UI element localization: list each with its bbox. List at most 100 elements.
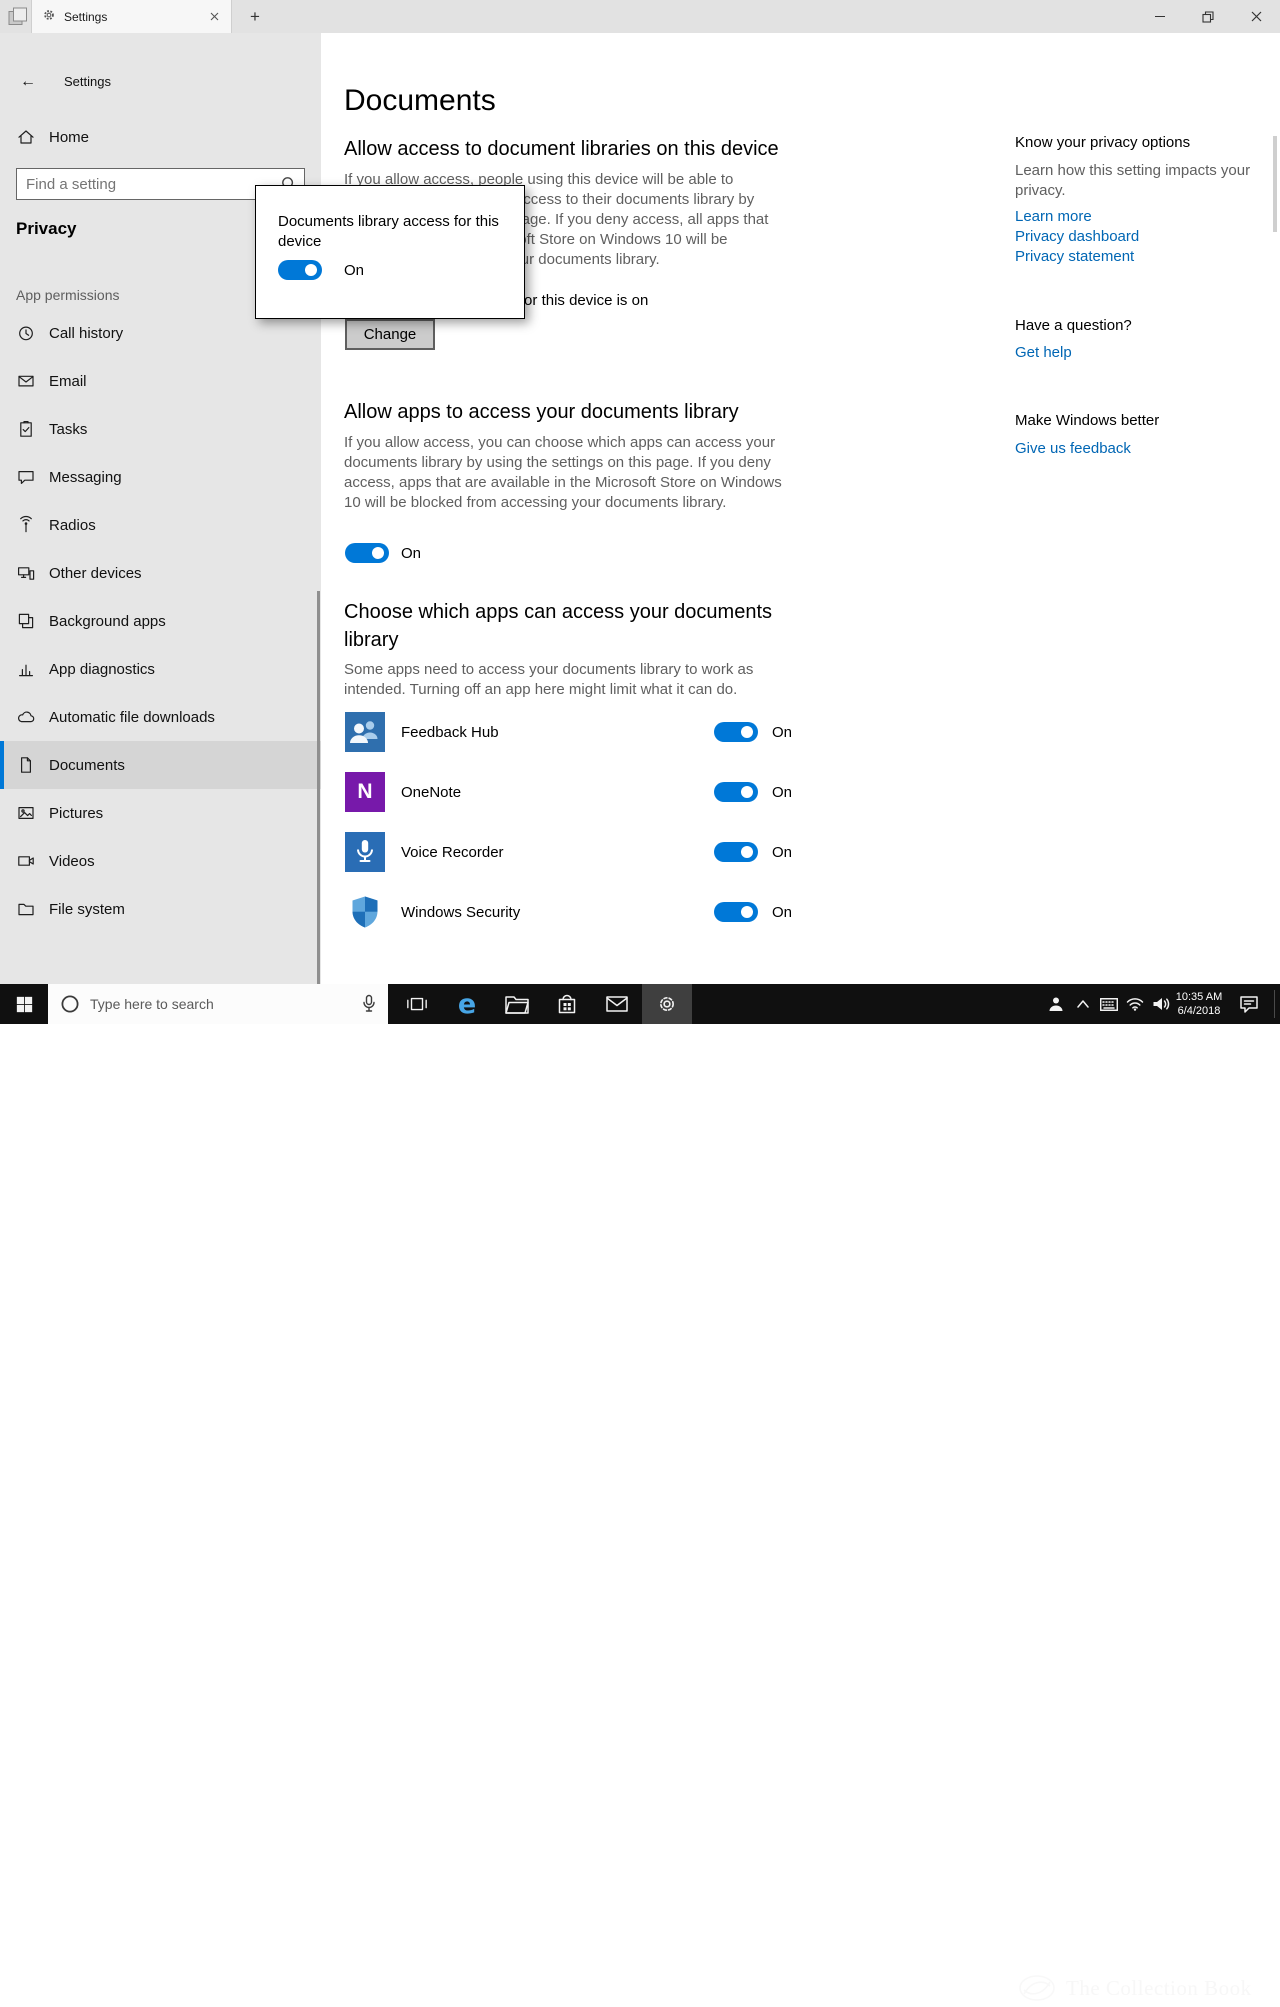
back-button[interactable]: ← <box>14 71 42 93</box>
network-tray-button[interactable] <box>1122 984 1148 1024</box>
nav-group-title: App permissions <box>16 287 120 303</box>
feedback-hub-icon <box>345 712 385 752</box>
touch-keyboard-button[interactable] <box>1096 984 1122 1024</box>
windows-security-icon <box>345 892 385 932</box>
minimize-button[interactable] <box>1136 0 1184 33</box>
taskbar-search-box[interactable]: Type here to search <box>48 984 388 1024</box>
tasks-icon <box>16 419 36 439</box>
radios-icon <box>16 515 36 535</box>
sidebar-item-label: App diagnostics <box>49 660 155 678</box>
sidebar-item-tasks[interactable]: Tasks <box>0 405 321 453</box>
sidebar-item-background-apps[interactable]: Background apps <box>0 597 321 645</box>
people-tray-button[interactable] <box>1044 984 1068 1024</box>
section-body-apps-access: If you allow access, you can choose whic… <box>344 434 782 511</box>
wifi-icon <box>1126 998 1144 1011</box>
watermark-logo-icon <box>1019 1975 1055 2001</box>
sidebar-item-home[interactable]: Home <box>0 113 321 161</box>
tab-close-icon[interactable] <box>205 8 223 26</box>
windows-logo-icon <box>16 996 32 1012</box>
toggle-state: On <box>772 844 793 861</box>
toggle-state: On <box>772 904 793 921</box>
give-feedback-link[interactable]: Give us feedback <box>1015 440 1131 457</box>
store-button[interactable] <box>542 984 592 1024</box>
aside-privacy-heading: Know your privacy options <box>1015 134 1191 151</box>
clock-time: 10:35 AM <box>1175 991 1223 1003</box>
sidebar-item-automatic-file-downloads[interactable]: Automatic file downloads <box>0 693 321 741</box>
sidebar-item-label: Tasks <box>49 420 88 438</box>
sidebar-item-radios[interactable]: Radios <box>0 501 321 549</box>
sidebar-item-label: Messaging <box>49 468 122 486</box>
onenote-toggle[interactable] <box>714 782 758 802</box>
close-button[interactable] <box>1232 0 1280 33</box>
content-scrollbar[interactable] <box>1273 136 1277 232</box>
voice-recorder-toggle[interactable] <box>714 842 758 862</box>
store-icon <box>558 994 576 1014</box>
file-explorer-button[interactable] <box>492 984 542 1024</box>
windows-security-toggle[interactable] <box>714 902 758 922</box>
flyout-label: Documents library access for this device <box>278 213 499 250</box>
section-heading-apps-access: Allow apps to access your documents libr… <box>344 401 739 423</box>
flyout-toggle-state: On <box>344 262 365 279</box>
get-help-link[interactable]: Get help <box>1015 344 1072 361</box>
app-name: OneNote <box>401 783 462 801</box>
feedback-hub-toggle[interactable] <box>714 722 758 742</box>
new-tab-button[interactable]: + <box>243 5 267 29</box>
privacy-statement-link[interactable]: Privacy statement <box>1015 248 1134 265</box>
change-button[interactable]: Change <box>345 319 435 350</box>
app-row-voice-recorder: Voice Recorder On <box>345 822 795 882</box>
learn-more-link[interactable]: Learn more <box>1015 208 1092 225</box>
chevron-up-icon <box>1077 1000 1089 1008</box>
sidebar-item-documents[interactable]: Documents <box>0 741 321 789</box>
section-heading-device-access: Allow access to document libraries on th… <box>344 138 779 160</box>
action-center-icon <box>1240 996 1258 1013</box>
apps-access-toggle-state: On <box>401 545 422 562</box>
taskbar-search-placeholder: Type here to search <box>90 996 214 1012</box>
sidebar-item-app-diagnostics[interactable]: App diagnostics <box>0 645 321 693</box>
settings-tab[interactable]: Settings <box>31 0 232 33</box>
sidebar-item-messaging[interactable]: Messaging <box>0 453 321 501</box>
voice-recorder-icon <box>345 832 385 872</box>
pictures-icon <box>16 803 36 823</box>
taskbar-clock[interactable]: 10:35 AM 6/4/2018 <box>1170 990 1228 1018</box>
apps-access-toggle[interactable] <box>345 543 389 563</box>
sidebar-item-pictures[interactable]: Pictures <box>0 789 321 837</box>
toggle-state: On <box>772 784 793 801</box>
edge-button[interactable]: e <box>442 984 492 1024</box>
app-diagnostics-icon <box>16 659 36 679</box>
settings-gear-icon <box>660 997 674 1011</box>
sidebar-item-label: Pictures <box>49 804 104 822</box>
action-center-button[interactable] <box>1228 984 1270 1024</box>
file-explorer-icon <box>505 996 529 1014</box>
sidebar-item-label: File system <box>49 900 125 918</box>
sidebar-item-other-devices[interactable]: Other devices <box>0 549 321 597</box>
mail-button[interactable] <box>592 984 642 1024</box>
restore-button[interactable] <box>1184 0 1232 33</box>
sidebar-item-label: Email <box>49 372 87 390</box>
settings-taskbar-button[interactable] <box>642 984 692 1024</box>
sidebar-item-videos[interactable]: Videos <box>0 837 321 885</box>
start-button[interactable] <box>0 984 48 1024</box>
app-row-feedback-hub: Feedback Hub On <box>345 702 795 762</box>
file-system-icon <box>16 899 36 919</box>
task-view-button[interactable] <box>392 984 442 1024</box>
aside-question-heading: Have a question? <box>1015 317 1132 334</box>
sidebar-item-file-system[interactable]: File system <box>0 885 321 933</box>
tab-overview-icon[interactable] <box>8 7 28 26</box>
cortana-icon <box>60 994 80 1014</box>
watermark-text: The Collection Book <box>1066 1975 1252 2000</box>
home-icon <box>16 127 36 147</box>
app-row-windows-security: Windows Security On <box>345 882 795 942</box>
keyboard-icon <box>1100 997 1118 1011</box>
minimize-icon <box>1155 16 1165 17</box>
show-desktop-divider[interactable] <box>1274 990 1275 1018</box>
tray-overflow-button[interactable] <box>1072 984 1094 1024</box>
device-access-toggle[interactable] <box>278 260 322 280</box>
sidebar-item-label: Videos <box>49 852 95 870</box>
sidebar-item-email[interactable]: Email <box>0 357 321 405</box>
sidebar: ← Settings Home Privacy App permissions … <box>0 33 321 1009</box>
privacy-dashboard-link[interactable]: Privacy dashboard <box>1015 228 1139 245</box>
sidebar-scrollbar[interactable] <box>317 591 320 1009</box>
app-row-onenote: N OneNote On <box>345 762 795 822</box>
microphone-icon[interactable] <box>362 994 376 1014</box>
sidebar-item-label: Other devices <box>49 564 142 582</box>
